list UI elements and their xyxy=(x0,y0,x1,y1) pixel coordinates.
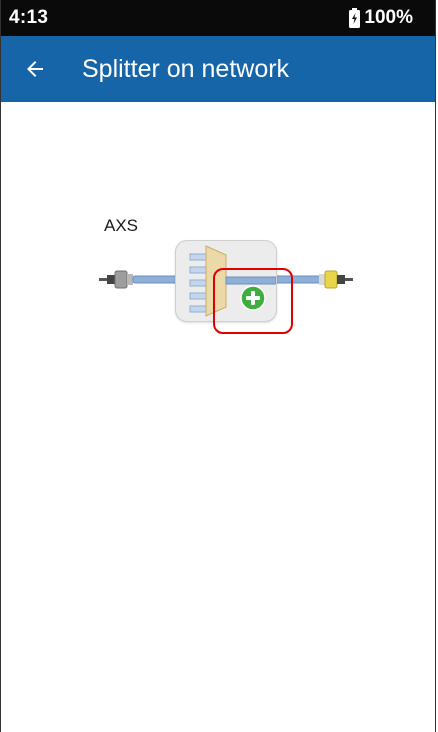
network-diagram xyxy=(97,238,357,334)
status-time: 4:13 xyxy=(9,7,49,28)
app-screen: 4:13 100% Splitter on network AXS xyxy=(0,0,436,732)
battery-percent: 100% xyxy=(364,7,413,28)
arrow-back-icon xyxy=(27,61,43,77)
status-bar: 4:13 100% xyxy=(1,0,435,36)
left-connector-icon xyxy=(99,270,133,289)
module-label: AXS xyxy=(104,216,139,235)
battery-charging-icon xyxy=(349,8,361,28)
back-button[interactable] xyxy=(19,53,51,85)
page-title: Splitter on network xyxy=(82,55,290,83)
battery-status: 100% xyxy=(349,7,413,29)
content-area: AXS xyxy=(1,102,435,732)
add-splitter-button[interactable] xyxy=(240,285,266,311)
app-bar: Splitter on network xyxy=(1,36,435,102)
right-connector-icon xyxy=(319,270,353,289)
add-circle-icon xyxy=(240,285,266,311)
